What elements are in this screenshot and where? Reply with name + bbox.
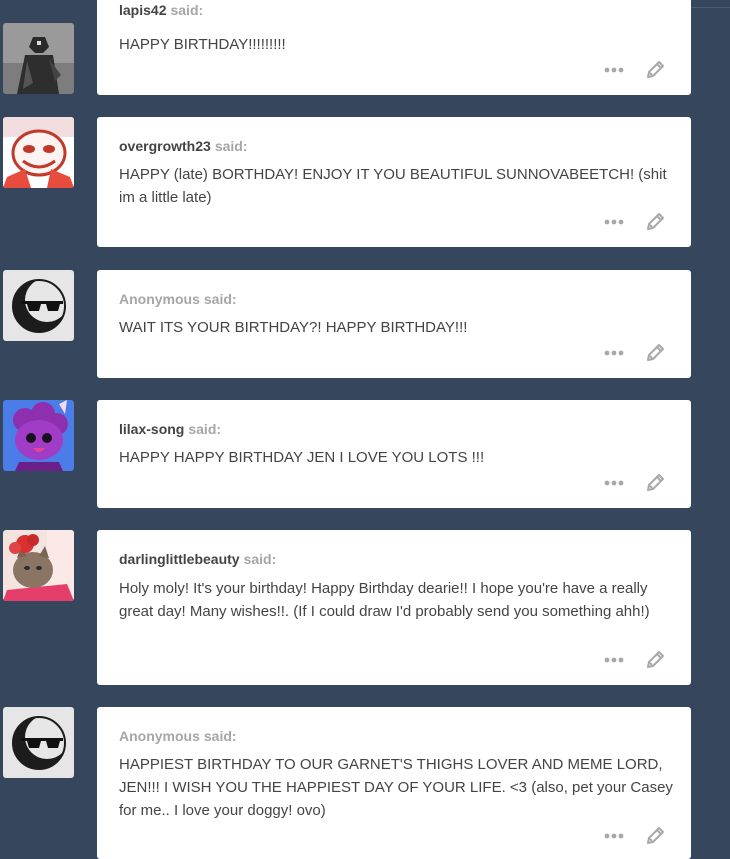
ask-message: HAPPY HAPPY BIRTHDAY JEN I LOVE YOU LOTS… xyxy=(119,449,485,466)
asker-line: Anonymous said: xyxy=(119,728,237,744)
more-options-button[interactable] xyxy=(603,471,625,495)
avatar-lilax-song[interactable] xyxy=(3,400,74,471)
said-label: said: xyxy=(214,138,248,154)
ask-actions xyxy=(603,648,667,672)
said-label: said: xyxy=(188,421,222,437)
said-label: said: xyxy=(203,728,237,744)
edit-button[interactable] xyxy=(643,210,667,234)
edit-button[interactable] xyxy=(643,471,667,495)
asker-name[interactable]: lilax-song xyxy=(119,421,184,437)
more-options-button[interactable] xyxy=(603,210,625,234)
ellipsis-icon xyxy=(604,67,624,73)
more-options-button[interactable] xyxy=(603,824,625,848)
anonymous-sunglasses-avatar-icon xyxy=(3,707,74,778)
ask-card: Anonymous said: HAPPIEST BIRTHDAY TO OUR … xyxy=(97,707,691,859)
ask-card: Anonymous said: WAIT ITS YOUR BIRTHDAY?! … xyxy=(97,270,691,378)
ask-card: darlinglittlebeauty said: Holy moly! It's… xyxy=(97,530,691,685)
ask-message: WAIT ITS YOUR BIRTHDAY?! HAPPY BIRTHDAY!… xyxy=(119,319,468,336)
said-label: said: xyxy=(170,2,204,18)
pencil-icon xyxy=(647,213,664,230)
asker-line: Anonymous said: xyxy=(119,291,237,307)
edit-button[interactable] xyxy=(643,824,667,848)
ask-card: lilax-song said: HAPPY HAPPY BIRTHDAY JEN… xyxy=(97,400,691,508)
pencil-icon xyxy=(647,474,664,491)
asker-line: overgrowth23 said: xyxy=(119,138,248,154)
avatar-anonymous[interactable] xyxy=(3,707,74,778)
ask-actions xyxy=(603,58,667,82)
asker-line: lapis42 said: xyxy=(119,2,203,18)
edit-button[interactable] xyxy=(643,341,667,365)
asker-name: Anonymous xyxy=(119,291,200,307)
cat-with-flower-avatar-icon xyxy=(3,530,74,601)
ask-actions xyxy=(603,824,667,848)
purple-creature-avatar-icon xyxy=(3,400,74,471)
ask-message: HAPPY BIRTHDAY!!!!!!!!! xyxy=(119,36,286,53)
pencil-icon xyxy=(647,344,664,361)
avatar-anonymous[interactable] xyxy=(3,270,74,341)
edit-button[interactable] xyxy=(643,58,667,82)
pencil-icon xyxy=(647,827,664,844)
ellipsis-icon xyxy=(604,219,624,225)
ellipsis-icon xyxy=(604,657,624,663)
ask-card: lapis42 said: HAPPY BIRTHDAY!!!!!!!!! xyxy=(97,0,691,95)
ellipsis-icon xyxy=(604,833,624,839)
anonymous-sunglasses-avatar-icon xyxy=(3,270,74,341)
asker-name: Anonymous xyxy=(119,728,200,744)
ask-card: overgrowth23 said: HAPPY (late) BORTHDAY!… xyxy=(97,117,691,247)
ask-actions xyxy=(603,210,667,234)
ask-message: HAPPIEST BIRTHDAY TO OUR GARNET'S THIGHS… xyxy=(119,756,673,819)
ask-actions xyxy=(603,341,667,365)
said-label: said: xyxy=(203,291,237,307)
asker-name[interactable]: overgrowth23 xyxy=(119,138,211,154)
skeleton-cartoon-avatar-icon xyxy=(3,117,74,188)
pencil-icon xyxy=(647,61,664,78)
edit-button[interactable] xyxy=(643,648,667,672)
ask-message: HAPPY (late) BORTHDAY! ENJOY IT YOU BEAU… xyxy=(119,166,667,206)
asker-line: lilax-song said: xyxy=(119,421,221,437)
ask-message: Holy moly! It's your birthday! Happy Bir… xyxy=(119,580,650,620)
more-options-button[interactable] xyxy=(603,648,625,672)
avatar-lapis42[interactable] xyxy=(3,23,74,94)
asker-line: darlinglittlebeauty said: xyxy=(119,551,276,567)
ellipsis-icon xyxy=(604,480,624,486)
top-divider xyxy=(691,7,730,8)
ellipsis-icon xyxy=(604,350,624,356)
asker-name[interactable]: darlinglittlebeauty xyxy=(119,551,240,567)
said-label: said: xyxy=(243,551,277,567)
ask-actions xyxy=(603,471,667,495)
avatar-darlinglittlebeauty[interactable] xyxy=(3,530,74,601)
avatar-overgrowth23[interactable] xyxy=(3,117,74,188)
more-options-button[interactable] xyxy=(603,341,625,365)
pencil-icon xyxy=(647,651,664,668)
asker-name[interactable]: lapis42 xyxy=(119,2,166,18)
more-options-button[interactable] xyxy=(603,58,625,82)
armored-figure-avatar-icon xyxy=(3,23,74,94)
